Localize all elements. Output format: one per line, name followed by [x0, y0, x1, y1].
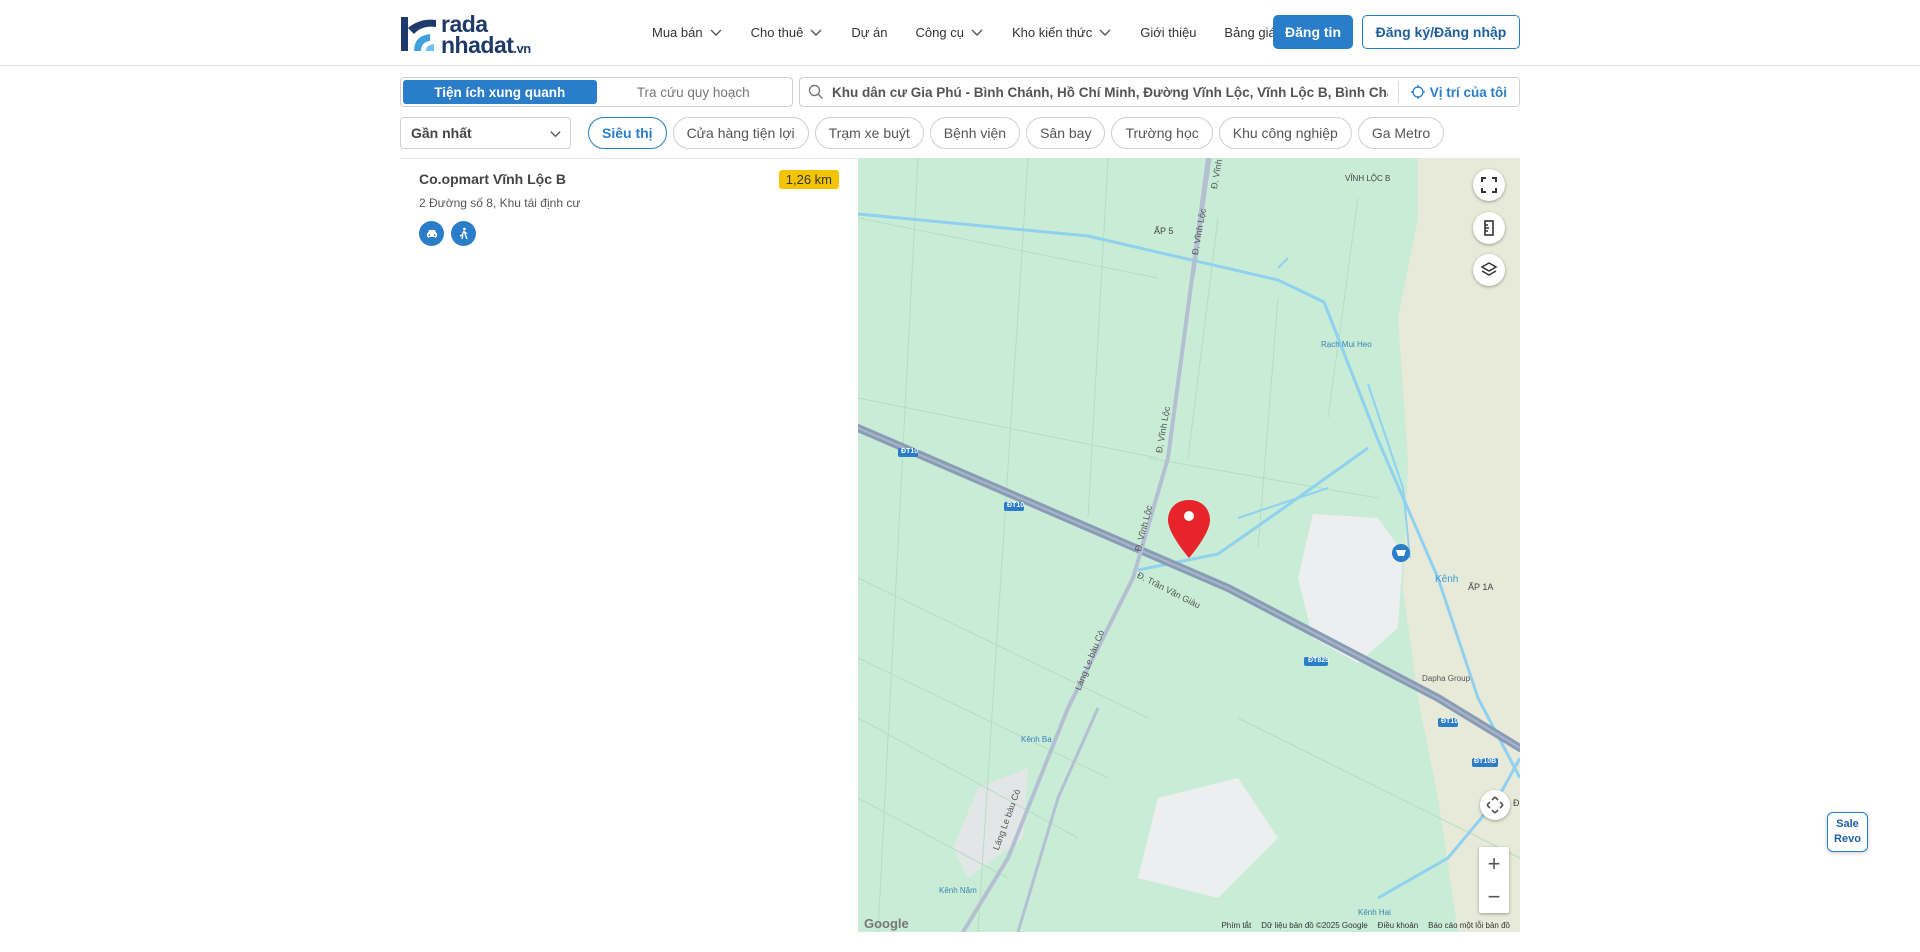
tab-planning-lookup[interactable]: Tra cứu quy hoạch [597, 80, 791, 104]
terms-link[interactable]: Điều khoản [1378, 921, 1418, 930]
logo-text: rada nhadat.vn [441, 13, 531, 59]
category-chips: Siêu thị Cửa hàng tiện lợi Trạm xe buýt … [588, 117, 1450, 149]
map-label-poi: Dapha Group [1422, 674, 1471, 683]
nav-du-an[interactable]: Dự án [851, 22, 887, 42]
map-label-dt10: ĐT10 [1441, 718, 1459, 725]
logo[interactable]: rada nhadat.vn [400, 13, 542, 59]
map-label-canal: Kênh [1435, 574, 1459, 585]
fullscreen-icon [1481, 177, 1497, 193]
zoom-in-button[interactable]: + [1479, 847, 1509, 880]
map-label-dt10: ĐT10 [901, 448, 919, 455]
map-label-dt825: ĐT825 [1308, 657, 1330, 664]
map-label-dt10b: ĐT10B [1474, 758, 1497, 765]
distance-badge: 1,26 km [778, 170, 839, 189]
map-label-area: ẤP 1A [1468, 582, 1494, 592]
route-options [419, 221, 839, 246]
walk-icon [459, 227, 468, 239]
mode-tabs: Tiện ích xung quanh Tra cứu quy hoạch [400, 77, 793, 107]
nav-label: Kho kiến thức [1011, 24, 1093, 40]
ruler-button[interactable] [1473, 212, 1505, 244]
fullscreen-button[interactable] [1473, 169, 1505, 201]
result-name: Co.opmart Vĩnh Lộc B [419, 171, 566, 187]
nav-bang-gia[interactable]: Bảng giá [1224, 22, 1275, 42]
nav-label: Bảng giá [1224, 24, 1276, 40]
chip-tram-xe-buyt[interactable]: Trạm xe buýt [814, 117, 924, 149]
zoom-control: + − [1479, 847, 1509, 913]
chip-ga-metro[interactable]: Ga Metro [1357, 117, 1445, 149]
chip-truong-hoc[interactable]: Trường học [1111, 117, 1213, 149]
map-data-credit: Dữ liệu bản đồ ©2025 Google [1261, 920, 1368, 930]
logo-tld: .vn [513, 41, 531, 56]
chip-benh-vien[interactable]: Bệnh viện [929, 117, 1021, 149]
post-listing-button[interactable]: Đăng tin [1273, 15, 1353, 49]
expand-icon [1486, 796, 1504, 814]
tab-nearby-amenities[interactable]: Tiện ích xung quanh [403, 80, 597, 104]
nav-cong-cu[interactable]: Công cụ [916, 22, 984, 42]
recenter-button[interactable] [1480, 790, 1510, 820]
car-icon [426, 229, 437, 238]
crosshair-icon [1410, 85, 1425, 99]
map-label-area: VĨNH LỘC B [1345, 174, 1391, 183]
chevron-down-icon [550, 131, 561, 138]
chip-sieu-thi[interactable]: Siêu thị [588, 117, 667, 149]
main-nav: Mua bán Cho thuê Dự án Công cụ Kho kiến … [652, 22, 1304, 42]
map-label-canal: Kênh Ba [1021, 735, 1052, 744]
chevron-down-icon [1099, 29, 1111, 36]
map-label-canal: Kênh Năm [939, 886, 977, 895]
nav-label: Công cụ [915, 24, 964, 40]
sale-line2: Revo [1834, 833, 1861, 845]
search-input[interactable]: Khu dân cư Gia Phú - Bình Chánh, Hồ Chí … [832, 85, 1388, 100]
result-address: 2 Đường số 8, Khu tái định cư [419, 196, 581, 210]
zoom-out-button[interactable]: − [1479, 880, 1509, 913]
site-header: rada nhadat.vn Mua bán Cho thuê Dự án Cô… [0, 0, 1920, 66]
my-location-button[interactable]: Vị trí của tôi [1410, 84, 1507, 100]
chip-cua-hang-tien-loi[interactable]: Cửa hàng tiện lợi [672, 117, 809, 149]
map-footer: Phím tắt Dữ liệu bản đồ ©2025 Google Điề… [858, 918, 1520, 932]
chevron-down-icon [971, 29, 983, 36]
chevron-down-icon [710, 29, 722, 36]
nav-kho-kien-thuc[interactable]: Kho kiến thức [1012, 22, 1112, 42]
login-register-button[interactable]: Đăng ký/Đăng nhập [1362, 15, 1520, 49]
ruler-icon [1484, 220, 1494, 236]
map-view[interactable]: ĐT10 ĐT10 ĐT825 ĐT10 ĐT10B ẤP 5 VĨNH LỘC… [858, 158, 1520, 932]
nav-mua-ban[interactable]: Mua bán [652, 22, 723, 42]
my-location-label: Vị trí của tôi [1429, 84, 1507, 100]
nav-label: Dự án [851, 24, 888, 40]
keyboard-shortcuts-link[interactable]: Phím tắt [1221, 921, 1251, 930]
walk-route-button[interactable] [451, 221, 476, 246]
sort-selected: Gần nhất [411, 125, 472, 141]
car-route-button[interactable] [419, 221, 444, 246]
chevron-down-icon [810, 29, 822, 36]
map-label-dt10: ĐT10 [1007, 502, 1025, 509]
divider [1397, 81, 1399, 103]
chip-khu-cong-nghiep[interactable]: Khu công nghiệp [1218, 117, 1352, 149]
results-list: Co.opmart Vĩnh Lộc B 1,26 km 2 Đường số … [400, 158, 858, 932]
nav-gioi-thieu[interactable]: Giới thiệu [1140, 22, 1196, 42]
search-icon [808, 84, 823, 99]
nav-cho-thue[interactable]: Cho thuê [751, 22, 824, 42]
logo-line2: nhadat [441, 32, 514, 58]
map-label-area: ẤP 5 [1154, 226, 1174, 236]
nav-label: Giới thiệu [1140, 24, 1197, 40]
map-label-canal: Kênh Hai [1358, 908, 1391, 917]
layers-button[interactable] [1473, 254, 1505, 286]
nav-label: Mua bán [652, 24, 703, 40]
nav-label: Cho thuê [750, 24, 804, 40]
layers-icon [1480, 262, 1498, 276]
logo-icon [401, 17, 436, 51]
sale-line1: Sale [1836, 818, 1859, 830]
map-canvas [858, 158, 1520, 932]
map-label-road: Đ [1513, 798, 1520, 808]
map-label-canal: Rạch Mui Heo [1321, 340, 1372, 349]
sort-select[interactable]: Gần nhất [400, 117, 571, 149]
chip-san-bay[interactable]: Sân bay [1026, 117, 1106, 149]
list-item[interactable]: Co.opmart Vĩnh Lộc B 1,26 km 2 Đường số … [419, 170, 839, 246]
report-error-link[interactable]: Báo cáo một lỗi bản đồ [1428, 921, 1510, 930]
sale-revo-widget[interactable]: Sale Revo [1827, 812, 1868, 852]
location-search: Khu dân cư Gia Phú - Bình Chánh, Hồ Chí … [799, 77, 1520, 107]
